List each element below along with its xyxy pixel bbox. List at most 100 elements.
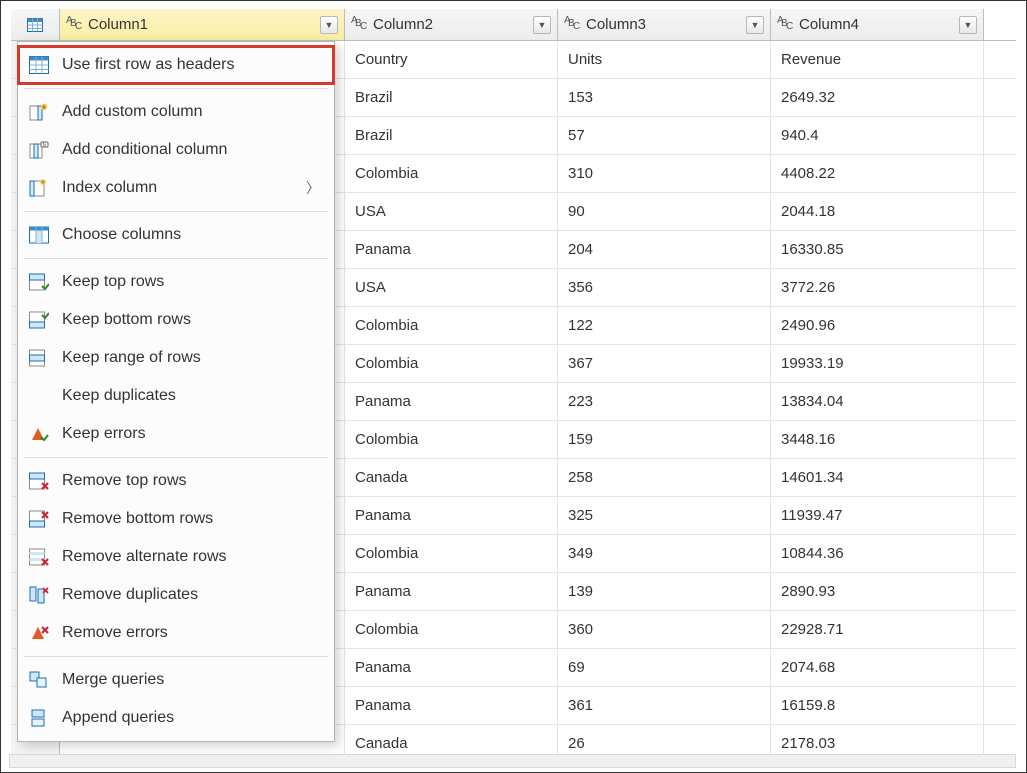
table-icon xyxy=(27,18,43,32)
cell[interactable]: Panama xyxy=(345,231,558,268)
cell[interactable]: 258 xyxy=(558,459,771,496)
cell[interactable]: 16159.8 xyxy=(771,687,984,724)
remove-bottom-rows-icon xyxy=(28,509,50,529)
menu-add-conditional-column[interactable]: fx Add conditional column xyxy=(18,131,334,169)
cell[interactable]: 69 xyxy=(558,649,771,686)
cell[interactable]: Colombia xyxy=(345,345,558,382)
cell[interactable]: 310 xyxy=(558,155,771,192)
cell[interactable]: Panama xyxy=(345,573,558,610)
filter-dropdown-button[interactable]: ▼ xyxy=(533,16,551,34)
cell[interactable]: Colombia xyxy=(345,307,558,344)
column-header-column1[interactable]: B Column1 ▼ xyxy=(60,9,345,40)
menu-keep-duplicates[interactable]: Keep duplicates xyxy=(18,377,334,415)
submenu-arrow-icon: 〉 xyxy=(306,178,320,198)
cell[interactable]: 153 xyxy=(558,79,771,116)
column-header-label: Column3 xyxy=(586,16,742,33)
cell[interactable]: 2490.96 xyxy=(771,307,984,344)
text-type-icon: B xyxy=(351,17,369,33)
menu-keep-range-of-rows[interactable]: Keep range of rows xyxy=(18,339,334,377)
conditional-column-icon: fx xyxy=(28,140,50,160)
cell[interactable]: Country xyxy=(345,41,558,78)
menu-keep-top-rows[interactable]: Keep top rows xyxy=(18,263,334,301)
table-menu-button[interactable] xyxy=(11,9,60,40)
table-context-menu: Use first row as headers Add custom colu… xyxy=(17,41,335,742)
menu-remove-duplicates[interactable]: Remove duplicates xyxy=(18,576,334,614)
cell[interactable]: 11939.47 xyxy=(771,497,984,534)
cell[interactable]: Panama xyxy=(345,383,558,420)
cell[interactable]: USA xyxy=(345,269,558,306)
cell[interactable]: 14601.34 xyxy=(771,459,984,496)
menu-append-queries[interactable]: Append queries xyxy=(18,699,334,737)
menu-use-first-row-as-headers[interactable]: Use first row as headers xyxy=(18,46,334,84)
menu-remove-alternate-rows[interactable]: Remove alternate rows xyxy=(18,538,334,576)
cell[interactable]: 122 xyxy=(558,307,771,344)
cell[interactable]: Brazil xyxy=(345,117,558,154)
cell[interactable]: 159 xyxy=(558,421,771,458)
cell[interactable]: USA xyxy=(345,193,558,230)
cell[interactable]: Panama xyxy=(345,649,558,686)
cell[interactable]: 940.4 xyxy=(771,117,984,154)
menu-remove-top-rows[interactable]: Remove top rows xyxy=(18,462,334,500)
cell[interactable]: 13834.04 xyxy=(771,383,984,420)
menu-add-custom-column[interactable]: Add custom column xyxy=(18,93,334,131)
menu-index-column[interactable]: Index column 〉 xyxy=(18,169,334,207)
remove-errors-icon xyxy=(28,623,50,643)
cell[interactable]: Panama xyxy=(345,497,558,534)
append-queries-icon xyxy=(28,708,50,728)
cell[interactable]: 204 xyxy=(558,231,771,268)
cell[interactable]: Panama xyxy=(345,687,558,724)
remove-alternate-rows-icon xyxy=(28,547,50,567)
horizontal-scrollbar[interactable] xyxy=(9,754,1016,768)
cell[interactable]: Colombia xyxy=(345,421,558,458)
filter-dropdown-button[interactable]: ▼ xyxy=(746,16,764,34)
column-header-column2[interactable]: B Column2 ▼ xyxy=(345,9,558,40)
cell[interactable]: 2044.18 xyxy=(771,193,984,230)
column-header-column4[interactable]: B Column4 ▼ xyxy=(771,9,984,40)
cell[interactable]: 3772.26 xyxy=(771,269,984,306)
filter-dropdown-button[interactable]: ▼ xyxy=(959,16,977,34)
menu-separator xyxy=(24,211,328,212)
remove-duplicates-icon xyxy=(28,585,50,605)
cell[interactable]: 139 xyxy=(558,573,771,610)
cell[interactable]: 349 xyxy=(558,535,771,572)
menu-separator xyxy=(24,258,328,259)
menu-keep-errors[interactable]: Keep errors xyxy=(18,415,334,453)
cell[interactable]: 2890.93 xyxy=(771,573,984,610)
text-type-icon: B xyxy=(564,17,582,33)
menu-remove-errors[interactable]: Remove errors xyxy=(18,614,334,652)
cell[interactable]: 356 xyxy=(558,269,771,306)
add-column-icon xyxy=(28,102,50,122)
cell[interactable]: 361 xyxy=(558,687,771,724)
filter-dropdown-button[interactable]: ▼ xyxy=(320,16,338,34)
cell[interactable]: Colombia xyxy=(345,611,558,648)
index-column-icon xyxy=(28,178,50,198)
cell[interactable]: 223 xyxy=(558,383,771,420)
menu-keep-bottom-rows[interactable]: Keep bottom rows xyxy=(18,301,334,339)
cell[interactable]: 2074.68 xyxy=(771,649,984,686)
cell[interactable]: 90 xyxy=(558,193,771,230)
cell[interactable]: 57 xyxy=(558,117,771,154)
cell[interactable]: 4408.22 xyxy=(771,155,984,192)
cell[interactable]: Revenue xyxy=(771,41,984,78)
menu-merge-queries[interactable]: Merge queries xyxy=(18,661,334,699)
cell[interactable]: 10844.36 xyxy=(771,535,984,572)
cell[interactable]: 2649.32 xyxy=(771,79,984,116)
cell[interactable]: Brazil xyxy=(345,79,558,116)
choose-columns-icon xyxy=(28,225,50,245)
cell[interactable]: Colombia xyxy=(345,535,558,572)
column-header-column3[interactable]: B Column3 ▼ xyxy=(558,9,771,40)
keep-range-icon xyxy=(28,348,50,368)
cell[interactable]: 367 xyxy=(558,345,771,382)
cell[interactable]: 360 xyxy=(558,611,771,648)
cell[interactable]: 3448.16 xyxy=(771,421,984,458)
cell[interactable]: Units xyxy=(558,41,771,78)
cell[interactable]: 22928.71 xyxy=(771,611,984,648)
menu-remove-bottom-rows[interactable]: Remove bottom rows xyxy=(18,500,334,538)
keep-bottom-rows-icon xyxy=(28,310,50,330)
cell[interactable]: 325 xyxy=(558,497,771,534)
cell[interactable]: Colombia xyxy=(345,155,558,192)
menu-choose-columns[interactable]: Choose columns xyxy=(18,216,334,254)
cell[interactable]: Canada xyxy=(345,459,558,496)
cell[interactable]: 16330.85 xyxy=(771,231,984,268)
cell[interactable]: 19933.19 xyxy=(771,345,984,382)
